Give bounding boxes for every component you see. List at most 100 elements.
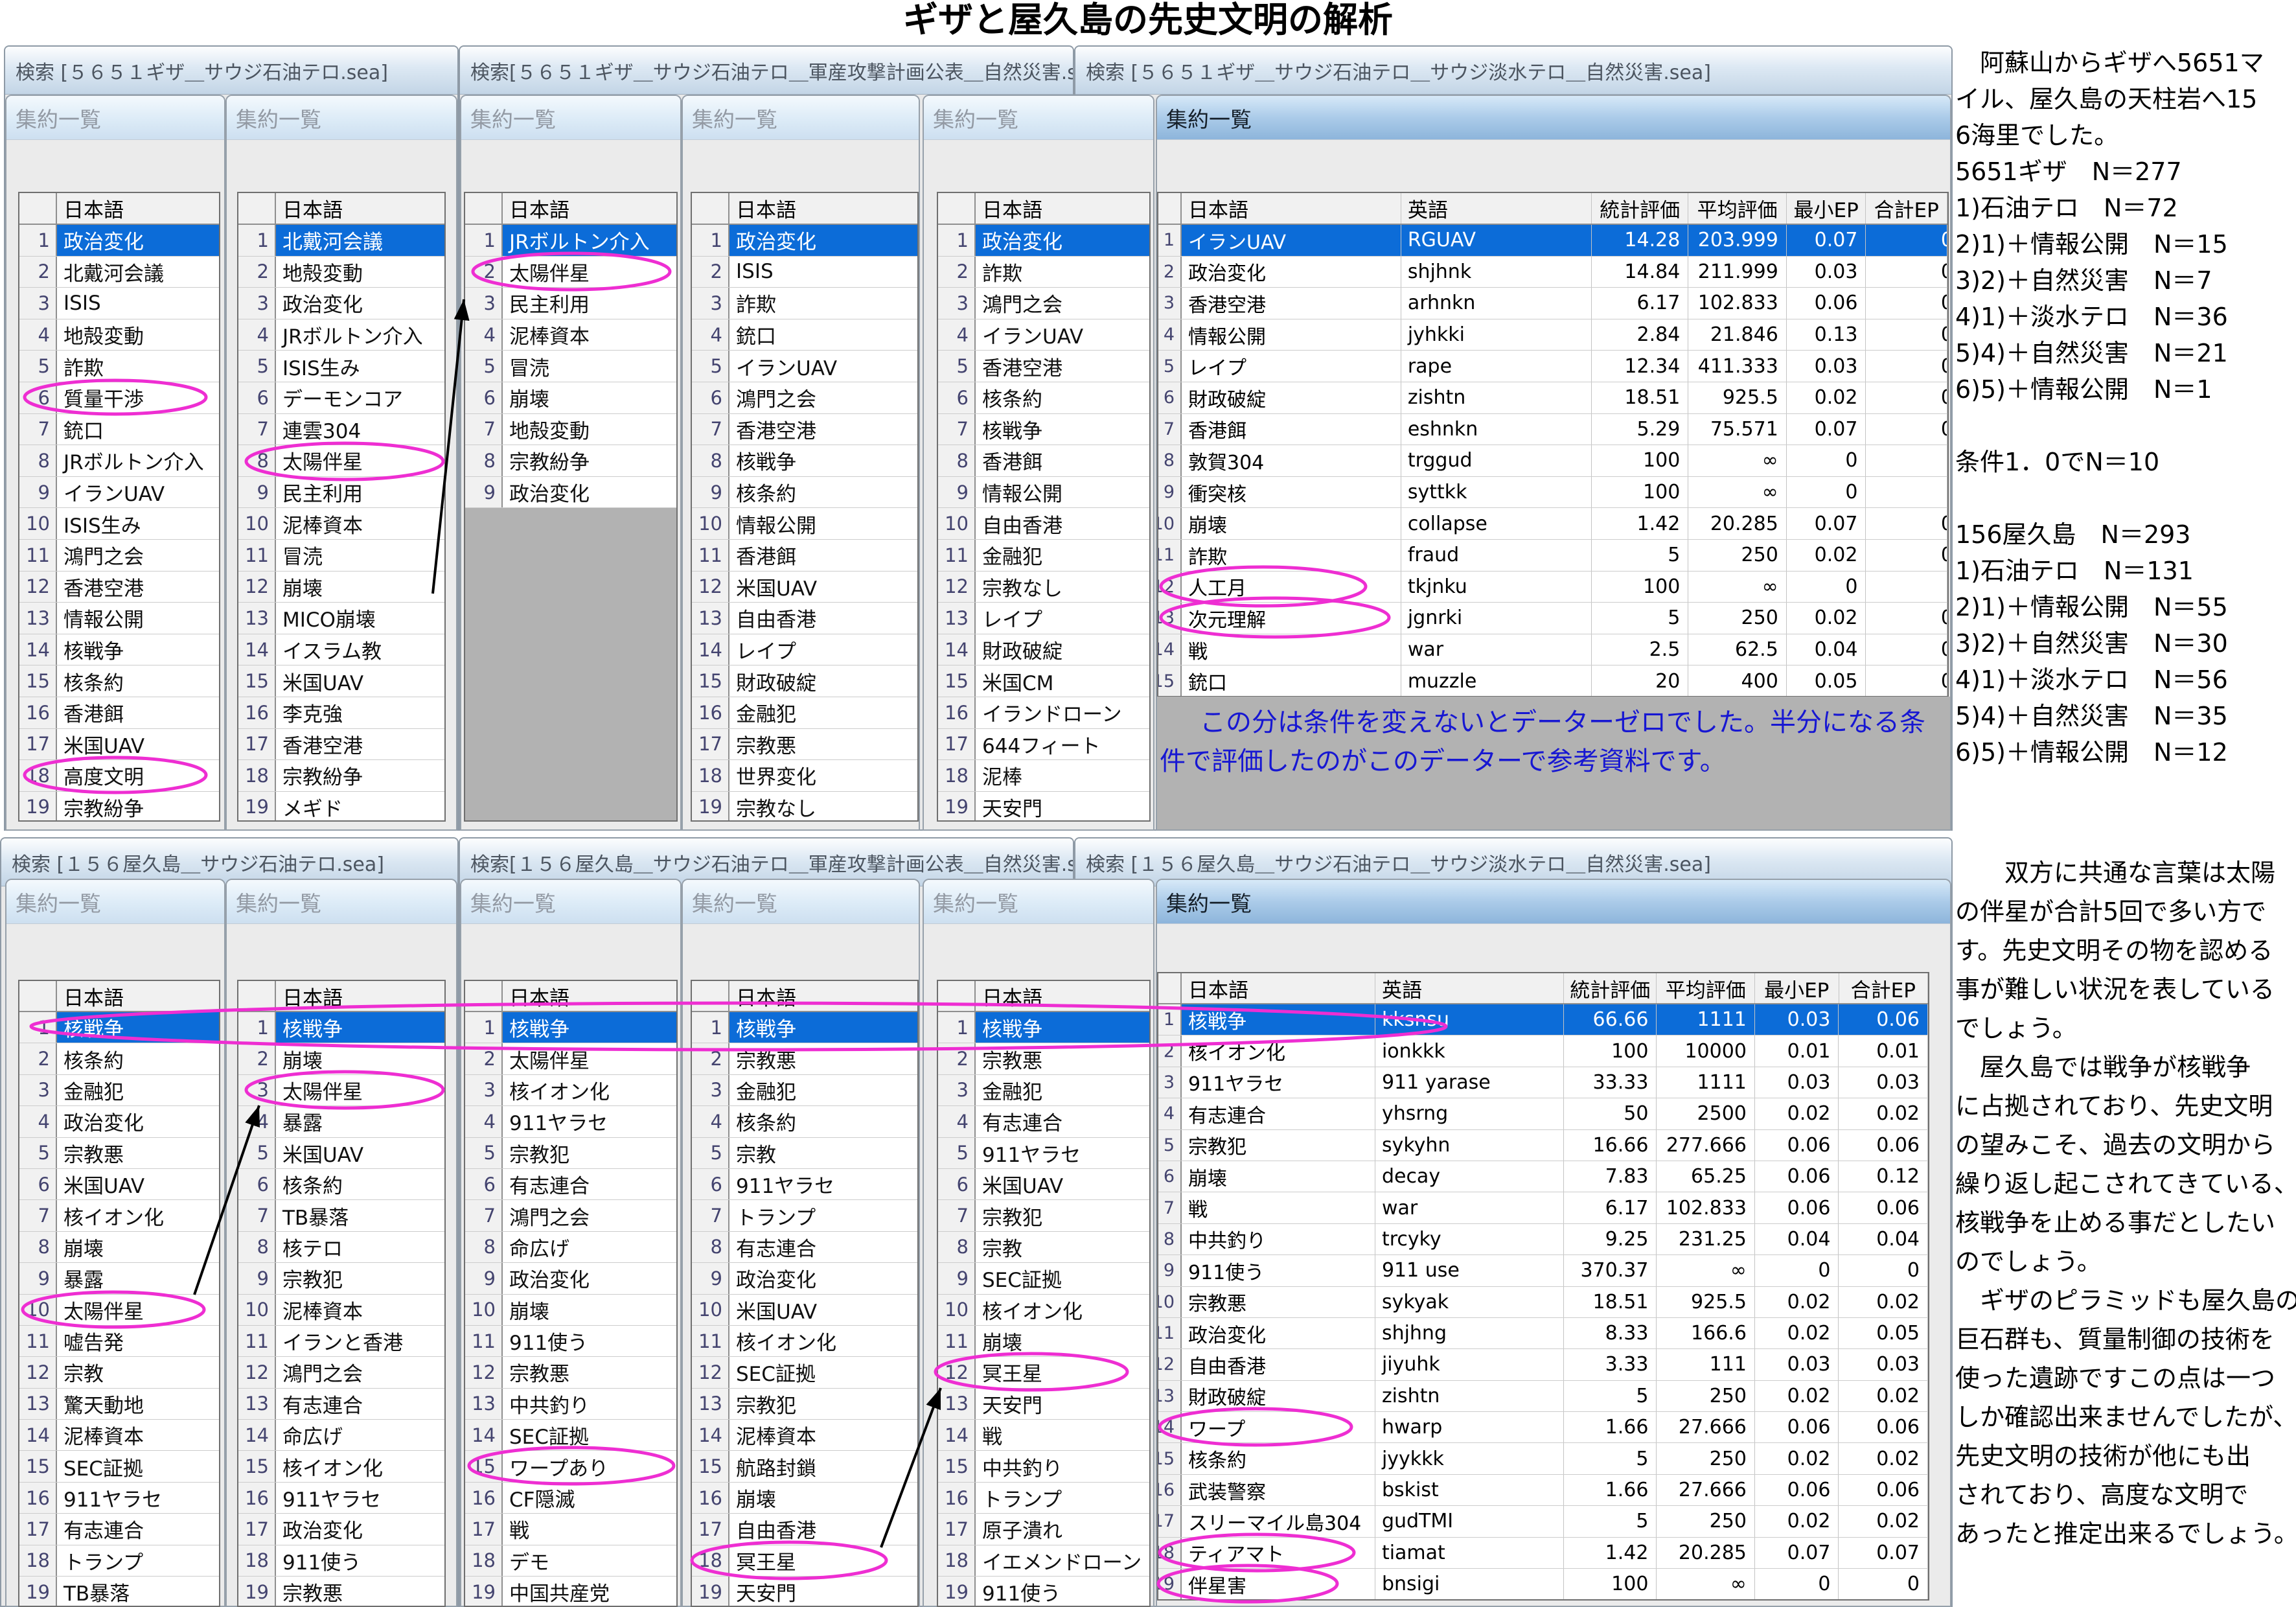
list-item[interactable]: 3鴻門之会 (938, 288, 1149, 319)
list-item[interactable]: 4JRボルトン介入 (238, 319, 444, 351)
list-item[interactable]: 13レイプ (938, 603, 1149, 634)
table-row[interactable]: 4情報公開jyhkki2.8421.8460.130 (1158, 319, 1947, 351)
list-item[interactable]: 12崩壊 (238, 572, 444, 603)
pane-tab[interactable]: 集約一覧 (461, 880, 680, 924)
list-item[interactable]: 15核イオン化 (238, 1451, 444, 1482)
list-item[interactable]: 14泥棒資本 (692, 1420, 917, 1451)
list-item[interactable]: 4銃口 (692, 319, 917, 351)
list-item[interactable]: 15米国CM (938, 665, 1149, 697)
pane-tab[interactable]: 集約一覧 (1157, 96, 1950, 140)
table-row[interactable]: 2核イオン化ionkkk100100000.010.01 (1158, 1035, 1928, 1067)
list-item[interactable]: 5冒涜 (465, 351, 676, 382)
window-top-3-titlebar[interactable]: 検索 [５６５１ギザ＿サウジ石油テロ＿サウジ淡水テロ＿自然災害.sea] (1075, 47, 1951, 95)
list-item[interactable]: 17有志連合 (19, 1514, 219, 1545)
pane-tab[interactable]: 集約一覧 (461, 96, 680, 140)
list-item[interactable]: 13天安門 (938, 1389, 1149, 1420)
table-row[interactable]: 12人工月tkjnku100∞0 (1158, 572, 1947, 603)
table-row[interactable]: 8中共釣りtrcyky9.25231.250.040.04 (1158, 1224, 1928, 1255)
list-item[interactable]: 5宗教犯 (465, 1138, 676, 1169)
list-item[interactable]: 2太陽伴星 (465, 1043, 676, 1074)
list-item[interactable]: 19宗教なし (692, 792, 917, 822)
pane-tab[interactable]: 集約一覧 (227, 880, 456, 924)
list-item[interactable]: 5詐欺 (19, 351, 219, 382)
list-item[interactable]: 12米国UAV (692, 572, 917, 603)
pane-tab[interactable]: 集約一覧 (683, 880, 919, 924)
list-item[interactable]: 17戦 (465, 1514, 676, 1545)
list-item[interactable]: 3民主利用 (465, 288, 676, 319)
list-item[interactable]: 13中共釣り (465, 1389, 676, 1420)
table-row[interactable]: 13財政破綻zishtn52500.020.02 (1158, 1381, 1928, 1412)
list-item[interactable]: 14イスラム教 (238, 634, 444, 666)
pane-tab[interactable]: 集約一覧 (924, 880, 1153, 924)
list-item[interactable]: 2太陽伴星 (465, 257, 676, 288)
list-item[interactable]: 2崩壊 (238, 1043, 444, 1074)
list-item[interactable]: 18世界変化 (692, 760, 917, 792)
list-item[interactable]: 17原子潰れ (938, 1514, 1149, 1545)
window-top-2-titlebar[interactable]: 検索[５６５１ギザ＿サウジ石油テロ＿軍産攻撃計画公表＿自然災害.sea] (460, 47, 1073, 95)
list-item[interactable]: 15SEC証拠 (19, 1451, 219, 1482)
list-item[interactable]: 8核テロ (238, 1232, 444, 1263)
list-item[interactable]: 9核条約 (692, 477, 917, 509)
list-item[interactable]: 9政治変化 (692, 1263, 917, 1294)
table-row[interactable]: 6崩壊decay7.8365.250.060.12 (1158, 1161, 1928, 1192)
list-item[interactable]: 19メギド (238, 792, 444, 822)
list-item[interactable]: 17政治変化 (238, 1514, 444, 1545)
list-item[interactable]: 19天安門 (938, 792, 1149, 822)
list-item[interactable]: 18冥王星 (692, 1545, 917, 1577)
table-row[interactable]: 5レイプrape12.34411.3330.030 (1158, 351, 1947, 382)
list-item[interactable]: 18イエメンドローン (938, 1545, 1149, 1577)
table-row[interactable]: 7戦war6.17102.8330.060.06 (1158, 1192, 1928, 1223)
table-row[interactable]: 12自由香港jiyuhk3.331110.030.03 (1158, 1349, 1928, 1380)
list-item[interactable]: 17香港空港 (238, 729, 444, 761)
list-item[interactable]: 9政治変化 (465, 1263, 676, 1294)
list-item[interactable]: 15ワープあり (465, 1451, 676, 1482)
list-item[interactable]: 2詐欺 (938, 257, 1149, 288)
pane-tab[interactable]: 集約一覧 (924, 96, 1153, 140)
list-item[interactable]: 8宗教 (938, 1232, 1149, 1263)
list-item[interactable]: 6911ヤラセ (692, 1169, 917, 1200)
list-item[interactable]: 2核条約 (19, 1043, 219, 1074)
list-item[interactable]: 10太陽伴星 (19, 1295, 219, 1326)
list-item[interactable]: 16金融犯 (692, 697, 917, 729)
list-item[interactable]: 14財政破綻 (938, 634, 1149, 666)
table-row[interactable]: 19伴星害bnsigi100∞00 (1158, 1569, 1928, 1600)
list-item[interactable]: 11金融犯 (938, 540, 1149, 572)
list-item[interactable]: 15中共釣り (938, 1451, 1149, 1482)
list-item[interactable]: 5911ヤラセ (938, 1138, 1149, 1169)
list-item[interactable]: 17644フィート (938, 729, 1149, 761)
table-row[interactable]: 16武装警察bskist1.6627.6660.060.06 (1158, 1475, 1928, 1506)
list-item[interactable]: 1核戦争 (19, 1012, 219, 1043)
list-item[interactable]: 6有志連合 (465, 1169, 676, 1200)
list-item[interactable]: 12鴻門之会 (238, 1357, 444, 1388)
table-row[interactable]: 9衝突核syttkk100∞0 (1158, 477, 1947, 509)
list-item[interactable]: 13有志連合 (238, 1389, 444, 1420)
list-item[interactable]: 16李克強 (238, 697, 444, 729)
list-item[interactable]: 4政治変化 (19, 1106, 219, 1137)
list-item[interactable]: 11嘘告発 (19, 1326, 219, 1357)
list-item[interactable]: 9イランUAV (19, 477, 219, 509)
list-item[interactable]: 8宗教紛争 (465, 445, 676, 477)
list-item[interactable]: 15財政破綻 (692, 665, 917, 697)
list-item[interactable]: 1政治変化 (938, 225, 1149, 257)
list-item[interactable]: 4泥棒資本 (465, 319, 676, 351)
list-item[interactable]: 14レイプ (692, 634, 917, 666)
list-item[interactable]: 3金融犯 (938, 1075, 1149, 1106)
list-item[interactable]: 12宗教なし (938, 572, 1149, 603)
list-item[interactable]: 15航路封鎖 (692, 1451, 917, 1482)
table-row[interactable]: 5宗教犯sykyhn16.66277.6660.060.06 (1158, 1130, 1928, 1161)
list-item[interactable]: 6鴻門之会 (692, 382, 917, 414)
list-item[interactable]: 5宗教 (692, 1138, 917, 1169)
list-item[interactable]: 18高度文明 (19, 760, 219, 792)
list-item[interactable]: 2北戴河会議 (19, 257, 219, 288)
list-item[interactable]: 13宗教犯 (692, 1389, 917, 1420)
list-item[interactable]: 11イランと香港 (238, 1326, 444, 1357)
list-item[interactable]: 18泥棒 (938, 760, 1149, 792)
table-row[interactable]: 17スリーマイル島304gudTMI52500.020.02 (1158, 1506, 1928, 1537)
table-row[interactable]: 15核条約jyykkk52500.020.02 (1158, 1443, 1928, 1474)
list-item[interactable]: 4核条約 (692, 1106, 917, 1137)
list-item[interactable]: 3金融犯 (692, 1075, 917, 1106)
list-item[interactable]: 16イランドローン (938, 697, 1149, 729)
list-item[interactable]: 19天安門 (692, 1577, 917, 1607)
list-item[interactable]: 18宗教紛争 (238, 760, 444, 792)
list-item[interactable]: 10ISIS生み (19, 508, 219, 540)
